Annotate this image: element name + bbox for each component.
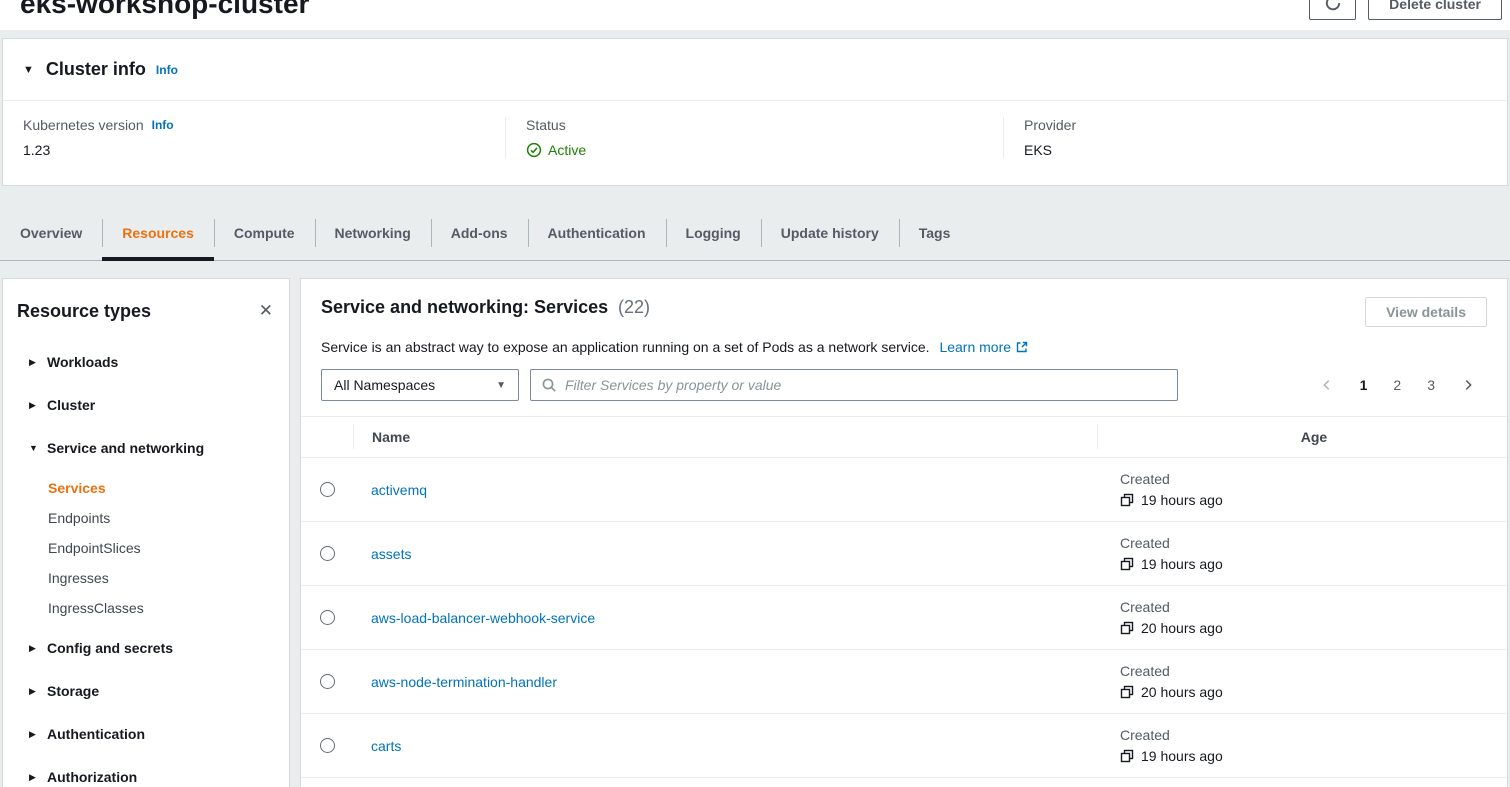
field-kubernetes-version: Kubernetes version Info 1.23 — [3, 117, 506, 158]
refresh-icon — [1324, 0, 1342, 15]
field-provider: Provider EKS — [1004, 117, 1507, 158]
services-count: (22) — [618, 297, 650, 317]
tab-update-history[interactable]: Update history — [761, 206, 899, 260]
view-details-button[interactable]: View details — [1365, 297, 1487, 327]
learn-more-link[interactable]: Learn more — [939, 339, 1029, 355]
next-page-icon[interactable] — [1461, 378, 1475, 392]
column-header-age[interactable]: Age — [1097, 425, 1507, 449]
delete-cluster-button[interactable]: Delete cluster — [1368, 0, 1502, 20]
collapse-icon[interactable]: ▼ — [23, 64, 34, 76]
external-link-icon — [1011, 339, 1029, 355]
expand-icon: ▶ — [29, 772, 47, 783]
service-link[interactable]: aws-node-termination-handler — [371, 674, 557, 690]
collapse-icon: ▼ — [29, 443, 47, 453]
sidebar-item-service-and-networking[interactable]: ▼ Service and networking — [3, 430, 289, 466]
sidebar-item-config-and-secrets[interactable]: ▶ Config and secrets — [3, 630, 289, 666]
copy-icon[interactable] — [1120, 493, 1134, 507]
table-row: aws-load-balancer-webhook-service Create… — [301, 586, 1507, 650]
row-radio[interactable] — [320, 482, 335, 497]
resource-types-panel: Resource types ✕ ▶ Workloads ▶ Cluster ▼… — [2, 278, 290, 787]
tab-add-ons[interactable]: Add-ons — [431, 206, 528, 260]
kubernetes-version-value: 1.23 — [23, 142, 505, 158]
sidebar-item-endpointslices[interactable]: EndpointSlices — [3, 533, 289, 563]
cluster-info-title: Cluster info — [46, 59, 146, 80]
field-status: Status Active — [506, 117, 1004, 158]
pagination: 1 2 3 — [1320, 377, 1487, 393]
sidebar-item-storage[interactable]: ▶ Storage — [3, 673, 289, 709]
table-header: Name Age — [301, 416, 1507, 458]
page-title: eks-workshop-cluster — [20, 0, 309, 20]
services-search — [530, 369, 1178, 401]
service-link[interactable]: carts — [371, 738, 401, 754]
previous-page-icon[interactable] — [1320, 378, 1334, 392]
status-badge: Active — [548, 142, 586, 158]
field-label: Status — [526, 117, 566, 133]
copy-icon[interactable] — [1120, 685, 1134, 699]
tab-logging[interactable]: Logging — [666, 206, 761, 260]
field-label: Provider — [1024, 117, 1076, 133]
header-actions: Delete cluster — [1309, 0, 1502, 20]
row-radio[interactable] — [320, 610, 335, 625]
table-row: activemq Created 19 hours ago — [301, 458, 1507, 522]
field-label: Kubernetes version — [23, 117, 144, 133]
resource-types-list: ▶ Workloads ▶ Cluster ▼ Service and netw… — [3, 344, 289, 787]
page-number-2[interactable]: 2 — [1393, 377, 1401, 393]
namespace-select[interactable]: All Namespaces ▼ — [321, 369, 519, 401]
close-icon[interactable]: ✕ — [259, 301, 273, 321]
row-radio[interactable] — [320, 738, 335, 753]
tab-authentication[interactable]: Authentication — [528, 206, 666, 260]
tab-networking[interactable]: Networking — [315, 206, 431, 260]
kubernetes-version-info-link[interactable]: Info — [152, 118, 174, 132]
tab-compute[interactable]: Compute — [214, 206, 315, 260]
cluster-info-fields: Kubernetes version Info 1.23 Status Acti… — [3, 101, 1507, 172]
expand-icon: ▶ — [29, 729, 47, 740]
sidebar-item-services[interactable]: Services — [3, 473, 289, 503]
search-icon — [541, 377, 557, 393]
refresh-button[interactable] — [1309, 0, 1356, 20]
copy-icon[interactable] — [1120, 557, 1134, 571]
cluster-info-header[interactable]: ▼ Cluster info Info — [3, 39, 1507, 101]
services-table: Name Age activemq Created 19 hours ago a… — [301, 416, 1507, 787]
sidebar-item-cluster[interactable]: ▶ Cluster — [3, 387, 289, 423]
sidebar-item-authentication[interactable]: ▶ Authentication — [3, 716, 289, 752]
check-circle-icon — [526, 142, 542, 158]
expand-icon: ▶ — [29, 357, 47, 368]
tab-tags[interactable]: Tags — [899, 206, 971, 260]
resource-types-title: Resource types — [17, 301, 151, 322]
caret-down-icon: ▼ — [496, 380, 506, 391]
sidebar-item-workloads[interactable]: ▶ Workloads — [3, 344, 289, 380]
expand-icon: ▶ — [29, 686, 47, 697]
table-row: carts Created 19 hours ago — [301, 714, 1507, 778]
copy-icon[interactable] — [1120, 749, 1134, 763]
page-number-1[interactable]: 1 — [1360, 377, 1368, 393]
table-row: Created — [301, 778, 1507, 787]
copy-icon[interactable] — [1120, 621, 1134, 635]
table-row: aws-node-termination-handler Created 20 … — [301, 650, 1507, 714]
cluster-info-info-link[interactable]: Info — [156, 63, 178, 77]
tab-resources[interactable]: Resources — [102, 206, 214, 260]
service-link[interactable]: assets — [371, 546, 411, 562]
provider-value: EKS — [1024, 142, 1507, 158]
expand-icon: ▶ — [29, 400, 47, 411]
services-panel: Service and networking: Services (22) Vi… — [300, 278, 1508, 787]
cluster-tabs: Overview Resources Compute Networking Ad… — [0, 206, 1510, 261]
search-input[interactable] — [565, 377, 1167, 393]
services-title: Service and networking: Services — [321, 297, 608, 317]
sidebar-item-authorization[interactable]: ▶ Authorization — [3, 759, 289, 787]
service-link[interactable]: activemq — [371, 482, 427, 498]
page-number-3[interactable]: 3 — [1427, 377, 1435, 393]
cluster-info-card: ▼ Cluster info Info Kubernetes version I… — [2, 38, 1508, 186]
services-description: Service is an abstract way to expose an … — [321, 339, 930, 355]
sidebar-item-ingresses[interactable]: Ingresses — [3, 563, 289, 593]
column-header-name[interactable]: Name — [353, 425, 1097, 449]
expand-icon: ▶ — [29, 643, 47, 654]
row-radio[interactable] — [320, 674, 335, 689]
service-link[interactable]: aws-load-balancer-webhook-service — [371, 610, 595, 626]
table-row: assets Created 19 hours ago — [301, 522, 1507, 586]
sidebar-item-ingressclasses[interactable]: IngressClasses — [3, 593, 289, 623]
sidebar-item-endpoints[interactable]: Endpoints — [3, 503, 289, 533]
tab-overview[interactable]: Overview — [0, 206, 102, 260]
row-radio[interactable] — [320, 546, 335, 561]
